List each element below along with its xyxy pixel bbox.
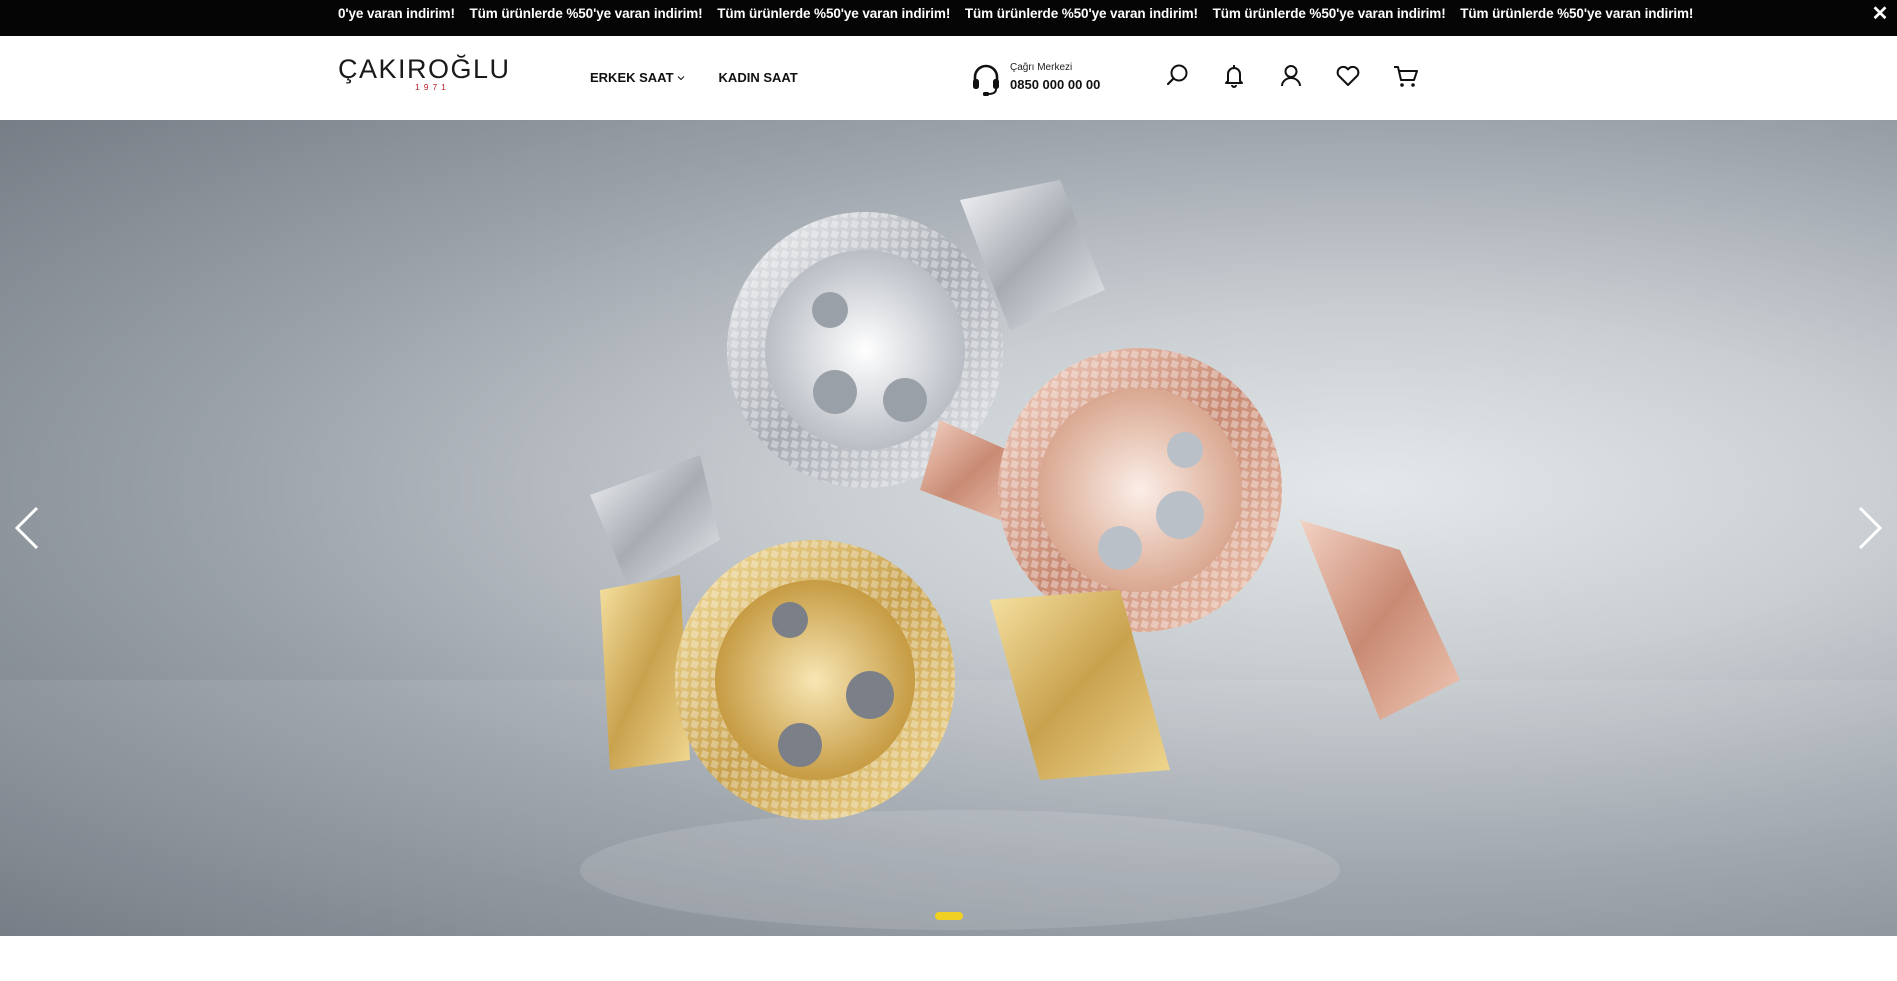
user-icon [1281,65,1301,87]
hero-slider [0,120,1897,936]
logo-year: 1971 [415,82,450,92]
chevron-left-icon [14,506,39,550]
heart-icon [1336,65,1360,86]
search-button[interactable] [1163,61,1193,91]
announcement-message: Tüm ürünlerde %50'ye varan indirim! [469,6,703,21]
slider-next-button[interactable] [1853,504,1887,552]
search-icon [1166,64,1188,86]
announcement-message: Tüm ürünlerde %50'ye varan indirim! [717,6,951,21]
main-nav: ERKEK SAAT KADIN SAAT [590,70,798,85]
notifications-button[interactable] [1219,61,1249,91]
account-button[interactable] [1276,61,1306,91]
nav-item-erkek-saat[interactable]: ERKEK SAAT [590,70,685,85]
chevron-right-icon [1858,506,1883,550]
announcement-message: 0'ye varan indirim! [338,6,455,21]
site-header: ÇAKIROĞLU 1971 ERKEK SAAT KADIN SAAT Çağ… [0,36,1897,120]
call-center[interactable]: Çağrı Merkezi 0850 000 00 00 [970,60,1120,100]
slider-pagination [935,912,963,920]
announcement-message: Tüm ürünlerde %50'ye varan indirim! [964,6,1198,21]
brand-logo[interactable]: ÇAKIROĞLU 1971 [338,54,528,106]
logo-name: ÇAKIROĞLU [338,54,511,84]
bell-icon [1225,65,1243,88]
announcement-track: 0'ye varan indirim! Tüm ürünlerde %50'ye… [338,0,1704,36]
wishlist-button[interactable] [1333,61,1363,91]
call-center-label: Çağrı Merkezi [1010,62,1073,73]
nav-label: ERKEK SAAT [590,70,674,85]
close-icon: ✕ [1871,3,1889,25]
announcement-message: Tüm ürünlerde %50'ye varan indirim! [1212,6,1446,21]
slider-dot-active[interactable] [935,912,963,920]
cart-icon [1394,66,1418,87]
announcement-message: Tüm ürünlerde %50'ye varan indirim! [1460,6,1694,21]
headset-icon [973,64,999,96]
announcement-bar: 0'ye varan indirim! Tüm ürünlerde %50'ye… [0,0,1897,36]
cart-button[interactable] [1391,61,1421,91]
chevron-down-icon [677,75,684,80]
close-announcement-button[interactable]: ✕ [1869,2,1891,26]
nav-item-kadin-saat[interactable]: KADIN SAAT [719,70,798,85]
hero-slide-image[interactable] [0,120,1897,936]
nav-label: KADIN SAAT [718,70,798,85]
slider-prev-button[interactable] [10,504,44,552]
call-center-phone: 0850 000 00 00 [1010,77,1101,92]
